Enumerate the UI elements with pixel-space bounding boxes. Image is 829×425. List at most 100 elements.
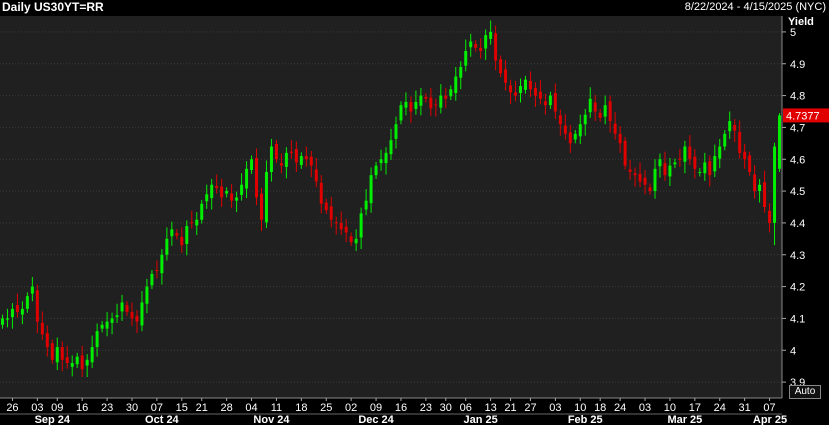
candle-body xyxy=(354,238,358,244)
candle-body xyxy=(145,286,149,304)
y-axis-label: Yield xyxy=(788,16,814,28)
candle-body xyxy=(289,151,293,153)
chart-title: Daily US30YT=RR xyxy=(2,0,104,14)
x-tick-label: 21 xyxy=(196,402,208,414)
x-tick-label: 18 xyxy=(295,402,307,414)
candle-body xyxy=(444,95,448,99)
x-tick-label: 16 xyxy=(395,402,407,414)
candle-body xyxy=(419,95,423,106)
candle-body xyxy=(329,206,333,220)
x-tick-label: 25 xyxy=(320,402,332,414)
candle-body xyxy=(578,124,582,137)
x-tick-label: 03 xyxy=(549,402,561,414)
candle-body xyxy=(593,102,597,112)
x-tick-label: 03 xyxy=(31,402,43,414)
x-tick-label: 02 xyxy=(345,402,357,414)
candle-body xyxy=(683,146,687,162)
x-tick-label: 09 xyxy=(51,402,63,414)
candle-body xyxy=(598,112,602,118)
candle-body xyxy=(504,69,508,83)
candle-body xyxy=(264,171,268,223)
candle-body xyxy=(45,333,49,348)
y-tick-label: 4.8 xyxy=(790,91,805,103)
candle-body xyxy=(334,222,338,224)
chart-window: 3.9 4 4.1 4.2 4.3 4.4 4.5 4.6 4.7 4.8 4.9 5 4.7377 26… xyxy=(0,0,829,425)
candle-body xyxy=(120,302,124,312)
candle-body xyxy=(708,161,712,176)
candle-body xyxy=(568,132,572,144)
candle-body xyxy=(768,210,772,223)
candle-body xyxy=(165,238,169,255)
candle-body xyxy=(474,44,478,48)
candle-body xyxy=(220,186,224,198)
candle-body xyxy=(484,35,488,49)
candle-body xyxy=(125,305,129,313)
candle-body xyxy=(543,101,547,106)
candle-body xyxy=(723,133,727,147)
candle-body xyxy=(489,31,493,39)
candle-body xyxy=(389,140,393,155)
x-tick-label: 23 xyxy=(420,402,432,414)
candle-body xyxy=(369,175,373,204)
candle-body xyxy=(434,104,438,106)
candle-body xyxy=(235,197,239,201)
candle-body xyxy=(573,133,577,140)
candle-body xyxy=(673,162,677,165)
candle-body xyxy=(50,343,54,360)
candle-body xyxy=(85,359,89,366)
month-label: Sep 24 xyxy=(35,414,71,425)
candle-body xyxy=(65,357,69,363)
month-label: Feb 25 xyxy=(568,414,603,425)
candle-body xyxy=(150,273,154,286)
candle-body xyxy=(344,226,348,233)
candle-body xyxy=(230,193,234,201)
candle-body xyxy=(55,347,59,363)
candle-body xyxy=(758,184,762,192)
x-tick-label: 30 xyxy=(440,402,452,414)
candle-body xyxy=(180,236,184,246)
month-label: Mar 25 xyxy=(667,414,702,425)
candle-body xyxy=(738,131,742,153)
candle-body xyxy=(653,168,657,192)
candle-body xyxy=(713,156,717,172)
auto-scale-button[interactable]: Auto xyxy=(789,385,821,399)
candle-body xyxy=(663,163,667,176)
x-tick-label: 27 xyxy=(524,402,536,414)
candle-body xyxy=(304,156,308,160)
candle-body xyxy=(130,312,134,319)
candle-body xyxy=(240,184,244,195)
candle-body xyxy=(10,308,14,318)
candlestick-chart[interactable]: 3.944.14.24.34.44.54.64.74.84.954.737726… xyxy=(0,0,829,425)
candle-body xyxy=(409,101,413,112)
y-tick-label: 4.4 xyxy=(790,218,805,230)
candle-body xyxy=(479,47,483,52)
x-tick-label: 06 xyxy=(460,402,472,414)
candle-body xyxy=(30,286,34,294)
x-tick-label: 24 xyxy=(614,402,626,414)
candle-body xyxy=(309,156,313,166)
y-tick-label: 4.9 xyxy=(790,59,805,71)
candle-body xyxy=(279,163,283,166)
x-tick-label: 21 xyxy=(504,402,516,414)
x-tick-label: 10 xyxy=(664,402,676,414)
candle-body xyxy=(553,93,557,112)
candle-body xyxy=(613,123,617,134)
candle-body xyxy=(374,165,378,176)
candle-body xyxy=(728,121,732,132)
y-tick-label: 4.5 xyxy=(790,186,805,198)
candle-body xyxy=(269,146,273,172)
candle-body xyxy=(563,125,567,134)
candle-body xyxy=(424,96,428,99)
candle-body xyxy=(75,356,79,365)
x-tick-label: 04 xyxy=(245,402,257,414)
candle-body xyxy=(678,158,682,160)
candle-body xyxy=(205,194,209,202)
candle-body xyxy=(185,226,189,244)
candle-body xyxy=(274,143,278,160)
last-value-label: 4.7377 xyxy=(786,110,820,122)
candle-body xyxy=(733,124,737,131)
candle-body xyxy=(538,91,542,99)
month-label: Dec 24 xyxy=(358,414,394,425)
candle-body xyxy=(0,318,4,325)
candle-body xyxy=(255,157,259,198)
